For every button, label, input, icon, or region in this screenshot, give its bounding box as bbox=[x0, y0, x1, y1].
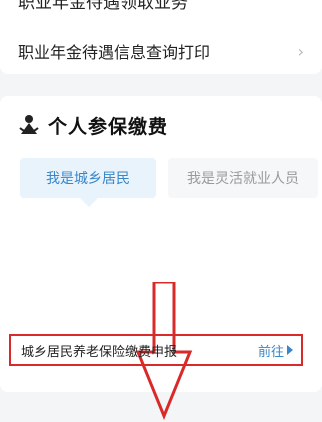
tab-label: 我是灵活就业人员 bbox=[187, 171, 299, 187]
tab-flexible-employee[interactable]: 我是灵活就业人员 bbox=[168, 158, 318, 198]
section-header: 个人参保缴费 bbox=[18, 110, 168, 140]
tab-urban-rural-resident[interactable]: 我是城乡居民 bbox=[20, 158, 156, 207]
go-label: 前往 bbox=[257, 344, 284, 360]
personal-insurance-card: 个人参保缴费 我是城乡居民 我是灵活就业人员 城乡居民养老保险缴费申报 前往 bbox=[0, 96, 322, 420]
section-title: 个人参保缴费 bbox=[48, 115, 169, 138]
list-item-occupational-annuity-print[interactable]: 职业年金待遇信息查询打印 › bbox=[18, 38, 304, 64]
triangle-right-icon bbox=[287, 345, 293, 355]
go-link[interactable]: 前往 bbox=[258, 341, 293, 360]
insurance-person-icon bbox=[19, 115, 39, 134]
pension-payment-declaration-row[interactable]: 城乡居民养老保险缴费申报 前往 bbox=[9, 334, 303, 366]
chevron-right-icon: › bbox=[297, 41, 304, 61]
cutoff-list-item[interactable]: 职业年金待遇领取业务 bbox=[18, 0, 188, 13]
previous-service-card: 职业年金待遇领取业务 职业年金待遇信息查询打印 › bbox=[0, 0, 322, 74]
tab-label: 我是城乡居民 bbox=[46, 171, 130, 187]
list-item-label: 职业年金待遇信息查询打印 bbox=[18, 43, 211, 62]
service-label: 城乡居民养老保险缴费申报 bbox=[21, 344, 178, 360]
